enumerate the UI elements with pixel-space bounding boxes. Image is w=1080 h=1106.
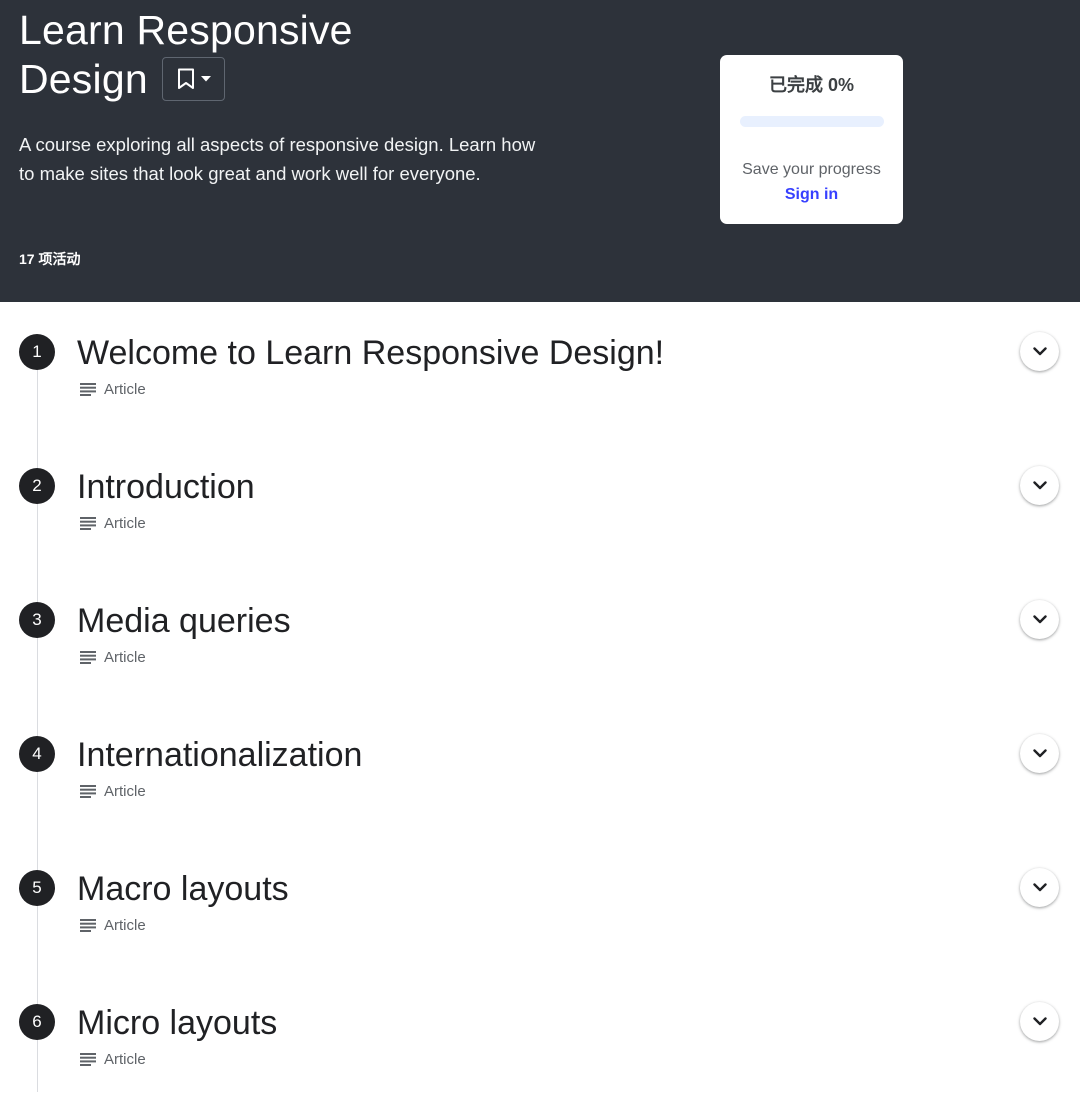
lesson-type: Article bbox=[80, 783, 146, 800]
lesson-number: 1 bbox=[19, 334, 55, 370]
bookmark-icon bbox=[177, 68, 195, 90]
article-icon bbox=[80, 785, 96, 798]
lesson-number: 2 bbox=[19, 468, 55, 504]
progress-card: 已完成 0% Save your progress Sign in bbox=[720, 55, 903, 224]
article-icon bbox=[80, 1053, 96, 1066]
course-description: A course exploring all aspects of respon… bbox=[19, 134, 536, 184]
lesson-type-label: Article bbox=[104, 381, 146, 398]
lesson-type-label: Article bbox=[104, 917, 146, 934]
lesson-number: 6 bbox=[19, 1004, 55, 1040]
lesson-title[interactable]: Macro layouts bbox=[77, 868, 289, 910]
caret-down-icon bbox=[200, 76, 211, 82]
expand-button[interactable] bbox=[1020, 466, 1059, 505]
chevron-down-icon bbox=[1032, 879, 1047, 897]
expand-button[interactable] bbox=[1020, 868, 1059, 907]
lesson-item: 4 Internationalization Article bbox=[0, 704, 1080, 838]
expand-button[interactable] bbox=[1020, 600, 1059, 639]
lesson-type-label: Article bbox=[104, 515, 146, 532]
lesson-type: Article bbox=[80, 917, 146, 934]
save-progress-text: Save your progress bbox=[742, 161, 881, 178]
chevron-down-icon bbox=[1032, 745, 1047, 763]
lesson-number: 5 bbox=[19, 870, 55, 906]
course-header: Learn Responsive Design A course explori… bbox=[0, 0, 1080, 302]
bookmark-button[interactable] bbox=[162, 57, 225, 101]
lesson-type: Article bbox=[80, 649, 146, 666]
chevron-down-icon bbox=[1032, 611, 1047, 629]
article-icon bbox=[80, 919, 96, 932]
expand-button[interactable] bbox=[1020, 734, 1059, 773]
article-icon bbox=[80, 517, 96, 530]
lesson-item: 2 Introduction Article bbox=[0, 436, 1080, 570]
lesson-list: 1 Welcome to Learn Responsive Design! Ar… bbox=[0, 302, 1080, 1092]
lesson-type: Article bbox=[80, 515, 146, 532]
lesson-title[interactable]: Internationalization bbox=[77, 734, 362, 776]
lesson-item: 5 Macro layouts Article bbox=[0, 838, 1080, 972]
lesson-type-label: Article bbox=[104, 783, 146, 800]
lesson-title[interactable]: Media queries bbox=[77, 600, 291, 642]
expand-button[interactable] bbox=[1020, 332, 1059, 371]
lesson-item: 1 Welcome to Learn Responsive Design! Ar… bbox=[0, 302, 1080, 436]
progress-label: 已完成 0% bbox=[768, 75, 855, 95]
lesson-type: Article bbox=[80, 1051, 146, 1068]
chevron-down-icon bbox=[1032, 477, 1047, 495]
expand-button[interactable] bbox=[1020, 1002, 1059, 1041]
lesson-type: Article bbox=[80, 381, 146, 398]
lesson-item: 3 Media queries Article bbox=[0, 570, 1080, 704]
activity-count: 17 项活动 bbox=[19, 251, 81, 267]
sign-in-link[interactable]: Sign in bbox=[720, 186, 903, 204]
chevron-down-icon bbox=[1032, 343, 1047, 361]
chevron-down-icon bbox=[1032, 1013, 1047, 1031]
article-icon bbox=[80, 383, 96, 396]
lesson-type-label: Article bbox=[104, 649, 146, 666]
article-icon bbox=[80, 651, 96, 664]
lesson-title[interactable]: Welcome to Learn Responsive Design! bbox=[77, 332, 664, 374]
lesson-type-label: Article bbox=[104, 1051, 146, 1068]
lesson-number: 3 bbox=[19, 602, 55, 638]
lesson-title[interactable]: Introduction bbox=[77, 466, 255, 508]
lesson-title[interactable]: Micro layouts bbox=[77, 1002, 277, 1044]
lesson-number: 4 bbox=[19, 736, 55, 772]
lesson-item: 6 Micro layouts Article bbox=[0, 972, 1080, 1106]
progress-bar bbox=[740, 116, 884, 127]
